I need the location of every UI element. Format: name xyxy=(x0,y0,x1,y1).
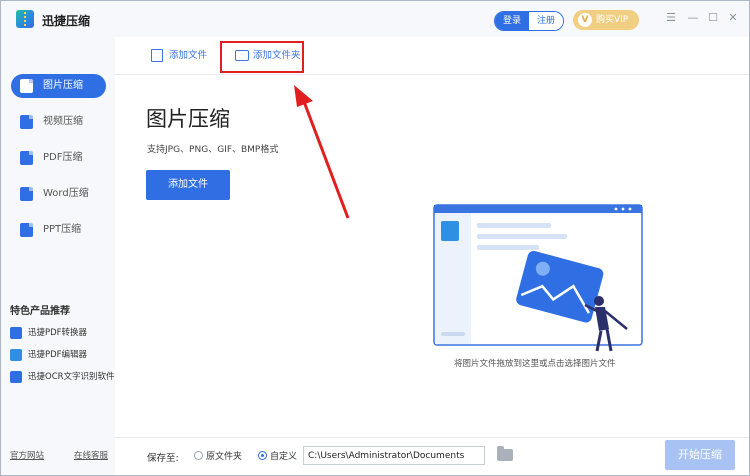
start-compress-button[interactable]: 开始压缩 xyxy=(665,440,735,470)
save-path-input[interactable] xyxy=(303,446,485,465)
save-to-label: 保存至: xyxy=(147,453,179,464)
page-title: 图片压缩 xyxy=(146,107,230,131)
browse-folder-icon[interactable] xyxy=(497,446,513,461)
radio-custom-folder-label: 自定义 xyxy=(270,452,298,462)
radio-custom-folder[interactable] xyxy=(258,451,267,460)
radio-original-folder[interactable] xyxy=(194,451,203,460)
drop-hint: 将图片文件拖放到这里或点击选择图片文件 xyxy=(454,359,616,369)
app-window: 迅捷压缩 登录 注册 V 购买VIP ☰ — ☐ ✕ 图片压缩 视频压缩 PDF… xyxy=(0,0,750,476)
drop-zone-illustration[interactable] xyxy=(421,201,651,361)
supported-formats: 支持JPG、PNG、GIF、BMP格式 xyxy=(147,145,279,155)
radio-original-folder-label: 原文件夹 xyxy=(206,452,243,462)
add-file-main-button[interactable]: 添加文件 xyxy=(146,170,230,200)
